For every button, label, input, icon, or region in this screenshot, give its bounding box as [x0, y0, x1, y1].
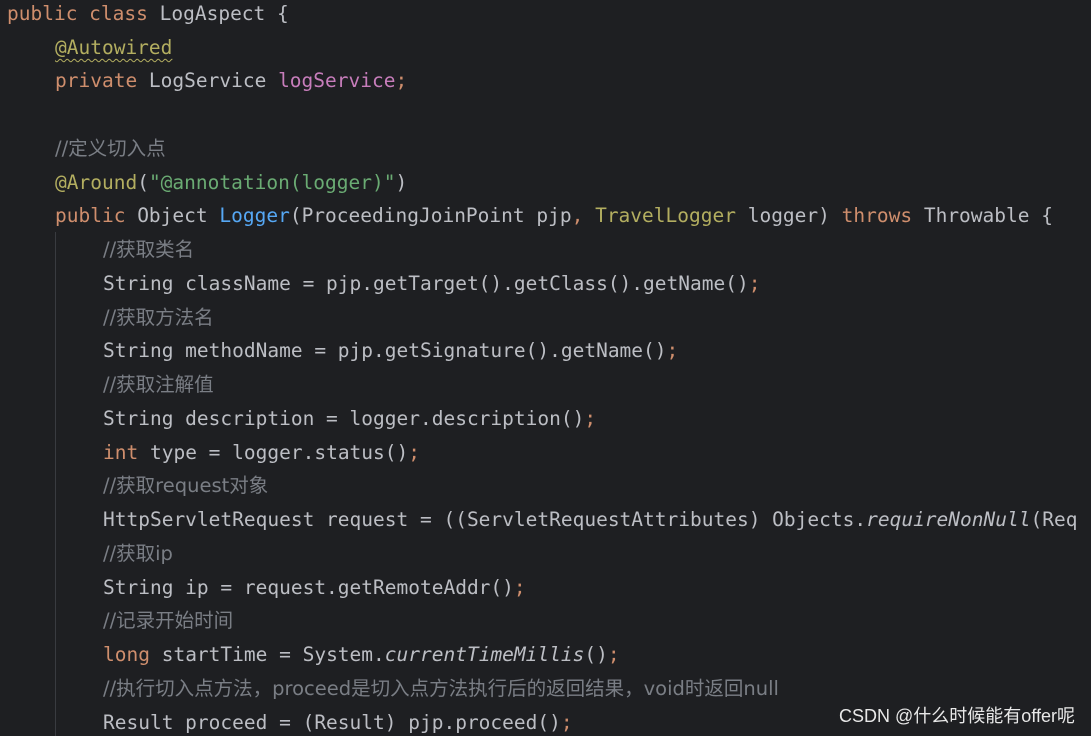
- token-code: (): [584, 643, 608, 666]
- token-code: type = logger.status(): [138, 441, 409, 464]
- token-paren: ): [395, 171, 408, 194]
- token-code: String className = pjp.getTarget().getCl…: [103, 272, 749, 295]
- token-semicolon: ;: [666, 339, 679, 362]
- code-line-5: //定义切入点: [55, 135, 166, 163]
- token-code: HttpServletRequest request = ((ServletRe…: [103, 508, 867, 531]
- token-type: LogService: [148, 69, 279, 92]
- token-static-method: requireNonNull: [866, 508, 1031, 531]
- token-params: (ProceedingJoinPoint pjp: [289, 204, 572, 227]
- code-line-1: public class LogAspect {: [7, 0, 289, 28]
- code-line-2: @Autowired: [55, 34, 172, 62]
- code-line-18: String ip = request.getRemoteAddr();: [103, 574, 526, 602]
- token-type: Object: [137, 204, 220, 227]
- token-type: Throwable {: [912, 204, 1053, 227]
- token-keyword: int: [103, 441, 139, 464]
- token-comment: //执行切入点方法，proceed是切入点方法执行后的返回结果，void时返回n…: [103, 677, 779, 700]
- code-line-9: String className = pjp.getTarget().getCl…: [103, 270, 760, 298]
- token-comment: //获取注解值: [103, 373, 214, 396]
- token-params: logger): [735, 204, 842, 227]
- token-keyword: throws: [841, 204, 913, 227]
- token-comment: //获取类名: [103, 238, 195, 261]
- token-paren: (: [137, 171, 149, 194]
- token-comma: ,: [571, 204, 596, 227]
- code-line-15: //获取request对象: [103, 472, 268, 500]
- token-code: String description = logger.description(…: [103, 407, 585, 430]
- code-line-17: //获取ip: [103, 540, 173, 568]
- code-line-10: //获取方法名: [103, 304, 214, 332]
- token-code: startTime = System.: [149, 643, 385, 666]
- code-line-14: int type = logger.status();: [103, 439, 420, 467]
- code-line-13: String description = logger.description(…: [103, 405, 596, 433]
- code-line-6: @Around("@annotation(logger)"): [55, 169, 407, 197]
- code-editor[interactable]: public class LogAspect { @Autowired priv…: [0, 0, 1091, 736]
- token-semicolon: ;: [395, 69, 408, 92]
- token-semicolon: ;: [748, 272, 761, 295]
- token-annotation: @Around: [55, 171, 138, 194]
- token-field: logService: [278, 69, 396, 92]
- token-comment: //获取request对象: [103, 474, 269, 497]
- code-line-16: HttpServletRequest request = ((ServletRe…: [103, 506, 1077, 534]
- token-annotation-type: TravelLogger: [595, 204, 736, 227]
- token-semicolon: ;: [584, 407, 597, 430]
- token-keyword: public: [55, 204, 138, 227]
- token-keyword: private: [55, 69, 149, 92]
- code-line-11: String methodName = pjp.getSignature().g…: [103, 337, 678, 365]
- token-code: (Req: [1030, 508, 1078, 531]
- token-annotation: @Autowired: [55, 36, 173, 59]
- token-comment: //获取方法名: [103, 306, 214, 329]
- code-line-12: //获取注解值: [103, 371, 214, 399]
- token-semicolon: ;: [513, 576, 526, 599]
- token-comment: //定义切入点: [55, 137, 166, 160]
- token-code: String ip = request.getRemoteAddr(): [103, 576, 514, 599]
- token-string: "@annotation(logger)": [148, 171, 396, 194]
- token-semicolon: ;: [607, 643, 620, 666]
- token-code: String methodName = pjp.getSignature().g…: [103, 339, 667, 362]
- token-semicolon: ;: [408, 441, 421, 464]
- token-method-name: Logger: [219, 204, 290, 227]
- token-static-method: currentTimeMillis: [384, 643, 585, 666]
- token-comment: //记录开始时间: [103, 609, 234, 632]
- code-line-3: private LogService logService;: [55, 67, 407, 95]
- csdn-watermark: CSDN @什么时候能有offer呢: [839, 706, 1075, 726]
- token-keyword: long: [103, 643, 150, 666]
- code-line-21: //执行切入点方法，proceed是切入点方法执行后的返回结果，void时返回n…: [103, 675, 779, 703]
- code-line-7: public Object Logger(ProceedingJoinPoint…: [55, 202, 1053, 230]
- code-line-8: //获取类名: [103, 236, 194, 264]
- token-class-name: LogAspect {: [159, 2, 289, 25]
- token-semicolon: ;: [560, 711, 573, 734]
- token-comment: //获取ip: [103, 542, 173, 565]
- code-line-22: Result proceed = (Result) pjp.proceed();: [103, 709, 573, 736]
- token-code: Result proceed = (Result) pjp.proceed(): [103, 711, 561, 734]
- code-line-20: long startTime = System.currentTimeMilli…: [103, 641, 620, 669]
- indent-guide: [55, 232, 56, 736]
- token-keyword: public class: [7, 2, 160, 25]
- code-line-19: //记录开始时间: [103, 607, 233, 635]
